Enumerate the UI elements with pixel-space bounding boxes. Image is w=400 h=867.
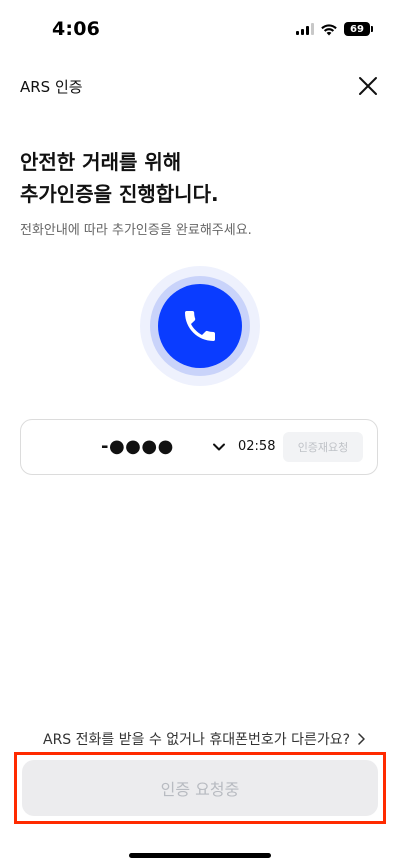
status-time: 4:06: [52, 18, 101, 40]
headline-line-2: 추가인증을 진행합니다.: [20, 182, 219, 206]
phone-number: -●●●●: [101, 436, 174, 457]
chevron-right-icon: [358, 733, 365, 745]
chevron-down-icon[interactable]: [212, 440, 226, 454]
instruction-text: 전화안내에 따라 추가인증을 완료해주세요.: [20, 223, 252, 238]
status-bar: 4:06 69: [0, 0, 400, 58]
countdown-timer: 02:58: [238, 439, 276, 454]
request-auth-button[interactable]: 인증 요청중: [22, 760, 378, 816]
status-icons: 69: [296, 22, 373, 36]
wifi-icon: [321, 23, 337, 35]
close-button[interactable]: [354, 72, 382, 100]
phone-number-card: -●●●● 02:58 인증재요청: [20, 419, 378, 475]
phone-icon: [185, 311, 215, 341]
headline-line-1: 안전한 거래를 위해: [20, 150, 182, 174]
battery-icon: 69: [344, 22, 373, 36]
phone-circle: [158, 284, 242, 368]
help-link-label: ARS 전화를 받을 수 없거나 휴대폰번호가 다른가요?: [43, 732, 351, 748]
headline: 안전한 거래를 위해 추가인증을 진행합니다.: [20, 146, 219, 210]
home-indicator: [129, 853, 271, 858]
page-title: ARS 인증: [20, 78, 83, 96]
header: ARS 인증: [0, 68, 400, 104]
close-icon: [359, 77, 377, 95]
help-link[interactable]: ARS 전화를 받을 수 없거나 휴대폰번호가 다른가요?: [43, 729, 366, 749]
signal-icon: [296, 23, 314, 35]
resend-button[interactable]: 인증재요청: [283, 432, 363, 462]
